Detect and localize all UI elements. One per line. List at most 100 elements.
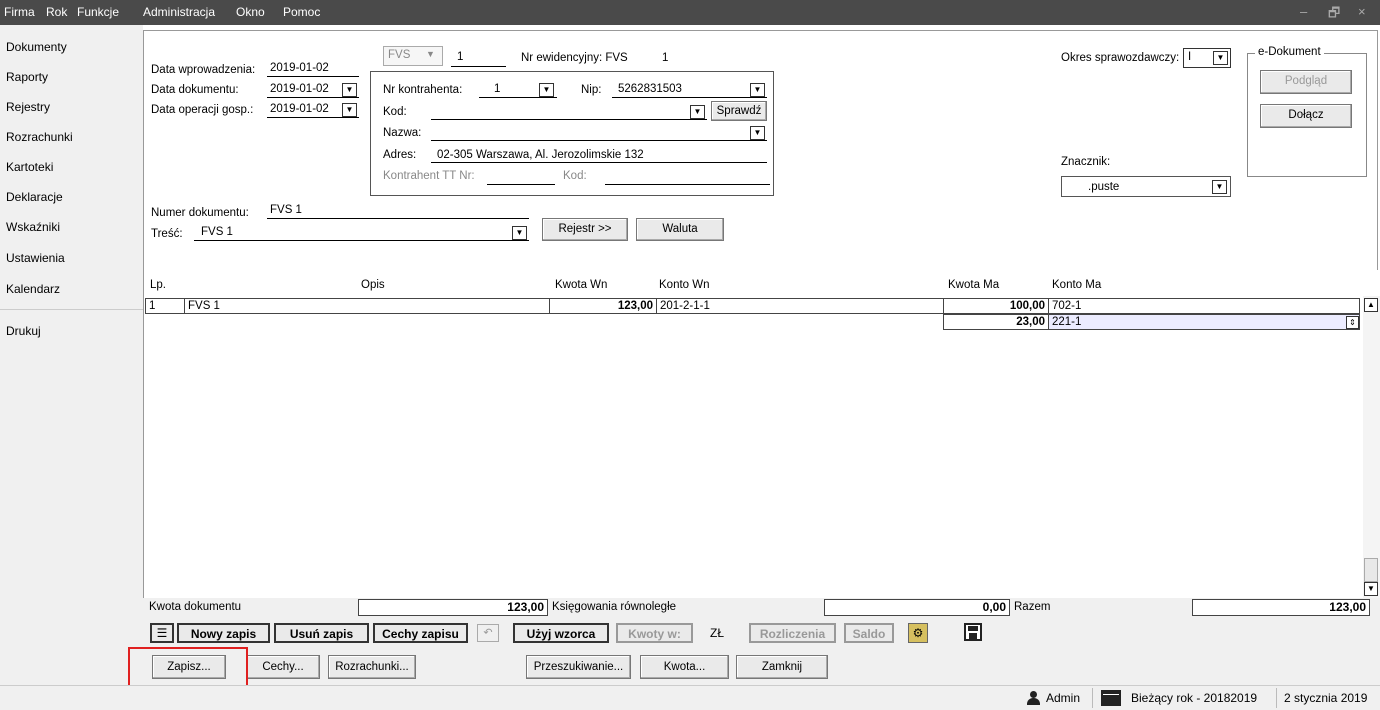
nowy-zapis-button[interactable]: Nowy zapis <box>177 623 270 643</box>
data-wprowadzenia-label: Data wprowadzenia: <box>151 64 256 76</box>
current-date: 2 stycznia 2019 <box>1284 691 1368 705</box>
sidebar-item-kalendarz[interactable]: Kalendarz <box>6 282 60 296</box>
podglad-button[interactable]: Podgląd <box>1260 70 1352 94</box>
scroll-up-icon[interactable]: ▲ <box>1364 298 1378 312</box>
row-spin-icon[interactable]: ⇕ <box>1346 316 1359 329</box>
row2-konto-ma[interactable]: 221-1 <box>1048 314 1360 330</box>
save-disk-icon[interactable] <box>964 623 982 641</box>
zamknij-button[interactable]: Zamknij <box>736 655 828 679</box>
uzyj-wzorca-button[interactable]: Użyj wzorca <box>513 623 609 643</box>
doc-type-combo[interactable]: FVS ▼ <box>383 46 443 66</box>
tresc-label: Treść: <box>151 228 183 240</box>
sidebar-item-rozrachunki[interactable]: Rozrachunki <box>6 130 73 144</box>
minimize-icon[interactable]: – <box>1300 4 1307 19</box>
ksieg-value: 0,00 <box>824 599 1010 616</box>
sidebar-item-wskazniki[interactable]: Wskaźniki <box>6 220 60 234</box>
col-kwota-wn-header: Kwota Wn <box>555 279 608 291</box>
bottom-button-bar: Zapisz... Cechy... Rozrachunki... Przesz… <box>143 646 1380 685</box>
nazwa-label: Nazwa: <box>383 127 422 139</box>
undo-icon[interactable]: ↶ <box>477 624 499 642</box>
row1-konto-wn[interactable]: 201-2-1-1 <box>656 298 944 314</box>
row2-kwota-ma[interactable]: 23,00 <box>943 314 1049 330</box>
tresc-field[interactable]: FVS 1 <box>201 226 233 238</box>
entry-toolbar: ☰ Nowy zapis Usuń zapis Cechy zapisu ↶ U… <box>143 620 1380 646</box>
dolacz-button[interactable]: Dołącz <box>1260 104 1352 128</box>
sidebar-divider <box>0 309 143 310</box>
sidebar-item-dokumenty[interactable]: Dokumenty <box>6 40 67 54</box>
menu-okno[interactable]: Okno <box>236 5 265 19</box>
data-wprowadzenia-field[interactable]: 2019-01-02 <box>270 62 329 74</box>
kwoty-w-button[interactable]: Kwoty w: <box>616 623 693 643</box>
sidebar-item-deklaracje[interactable]: Deklaracje <box>6 190 63 204</box>
adres-field[interactable]: 02-305 Warszawa, Al. Jerozolimskie 132 <box>437 149 644 161</box>
sidebar-item-kartoteki[interactable]: Kartoteki <box>6 160 53 174</box>
saldo-button[interactable]: Saldo <box>844 623 894 643</box>
sidebar-item-rejestry[interactable]: Rejestry <box>6 100 50 114</box>
scroll-thumb[interactable] <box>1364 558 1378 582</box>
doc-type-value: FVS <box>388 49 411 61</box>
numer-dok-label: Numer dokumentu: <box>151 207 249 219</box>
sprawdz-button[interactable]: Sprawdź <box>711 101 767 121</box>
rozrachunki-button[interactable]: Rozrachunki... <box>328 655 416 679</box>
doc-number-field[interactable]: 1 <box>457 51 463 63</box>
usun-zapis-button[interactable]: Usuń zapis <box>274 623 369 643</box>
status-bar: Admin Bieżący rok - 20182019 2 stycznia … <box>0 685 1380 710</box>
nip-label: Nip: <box>581 84 602 96</box>
settings-gear-icon[interactable]: ⚙ <box>908 623 928 643</box>
menu-bar: Firma Rok Funkcje Administracja Okno Pom… <box>0 0 1380 25</box>
rejestr-button[interactable]: Rejestr >> <box>542 218 628 241</box>
przeszukiwanie-button[interactable]: Przeszukiwanie... <box>526 655 631 679</box>
scroll-down-icon[interactable]: ▼ <box>1364 582 1378 596</box>
nr-kontrahenta-label: Nr kontrahenta: <box>383 84 463 96</box>
kwota-dok-label: Kwota dokumentu <box>149 601 242 613</box>
row1-kwota-wn[interactable]: 123,00 <box>549 298 657 314</box>
currency-label: ZŁ <box>710 626 725 640</box>
data-dokumentu-field[interactable]: 2019-01-02 <box>270 83 329 95</box>
user-name: Admin <box>1046 691 1081 705</box>
menu-rok[interactable]: Rok <box>46 5 67 19</box>
col-konto-ma-header: Konto Ma <box>1052 279 1102 291</box>
restore-icon[interactable]: 🗗 <box>1328 4 1340 26</box>
kod-dropdown-icon[interactable]: ▼ <box>690 105 705 119</box>
chevron-down-icon: ▼ <box>1213 51 1228 65</box>
nip-dropdown-icon[interactable]: ▼ <box>750 83 765 97</box>
nr-kontrahenta-dropdown-icon[interactable]: ▼ <box>539 83 554 97</box>
data-operacji-dropdown-icon[interactable]: ▼ <box>342 103 357 117</box>
sidebar: Dokumenty Raporty Rejestry Rozrachunki K… <box>0 25 143 685</box>
data-operacji-label: Data operacji gosp.: <box>151 104 254 116</box>
menu-administracja[interactable]: Administracja <box>143 5 215 19</box>
waluta-button[interactable]: Waluta <box>636 218 724 241</box>
cechy-button[interactable]: Cechy... <box>246 655 320 679</box>
row1-opis[interactable]: FVS 1 <box>184 298 550 314</box>
nip-field[interactable]: 5262831503 <box>618 83 682 95</box>
document-header: Data wprowadzenia: 2019-01-02 Data dokum… <box>143 30 1378 270</box>
numer-dok-field[interactable]: FVS 1 <box>270 204 302 216</box>
cechy-zapisu-button[interactable]: Cechy zapisu <box>373 623 468 643</box>
close-icon[interactable]: × <box>1358 4 1366 19</box>
nr-kontrahenta-field[interactable]: 1 <box>494 83 500 95</box>
sidebar-item-ustawienia[interactable]: Ustawienia <box>6 251 65 265</box>
menu-funkcje[interactable]: Funkcje <box>77 5 119 19</box>
current-year: Bieżący rok - 20182019 <box>1131 691 1258 705</box>
rozliczenia-button[interactable]: Rozliczenia <box>749 623 836 643</box>
razem-value: 123,00 <box>1192 599 1370 616</box>
data-dokumentu-dropdown-icon[interactable]: ▼ <box>342 83 357 97</box>
sidebar-item-raporty[interactable]: Raporty <box>6 70 48 84</box>
row1-konto-ma[interactable]: 702-1 <box>1048 298 1360 314</box>
totals-bar: Kwota dokumentu 123,00 Księgowania równo… <box>143 598 1380 620</box>
menu-firma[interactable]: Firma <box>4 5 35 19</box>
data-operacji-field[interactable]: 2019-01-02 <box>270 103 329 115</box>
razem-label: Razem <box>1014 601 1051 613</box>
sidebar-item-drukuj[interactable]: Drukuj <box>6 324 41 338</box>
grid-scrollbar[interactable]: ▲ ▼ <box>1363 296 1380 598</box>
menu-pomoc[interactable]: Pomoc <box>283 5 320 19</box>
nazwa-dropdown-icon[interactable]: ▼ <box>750 126 765 140</box>
znacznik-combo[interactable]: .puste ▼ <box>1061 176 1231 197</box>
okres-combo[interactable]: I ▼ <box>1183 48 1231 68</box>
menu-lines-icon[interactable]: ☰ <box>150 623 174 643</box>
row1-kwota-ma[interactable]: 100,00 <box>943 298 1049 314</box>
tresc-dropdown-icon[interactable]: ▼ <box>512 226 527 240</box>
znacznik-value: .puste <box>1088 181 1120 193</box>
adres-label: Adres: <box>383 149 417 161</box>
kwota-button[interactable]: Kwota... <box>640 655 729 679</box>
